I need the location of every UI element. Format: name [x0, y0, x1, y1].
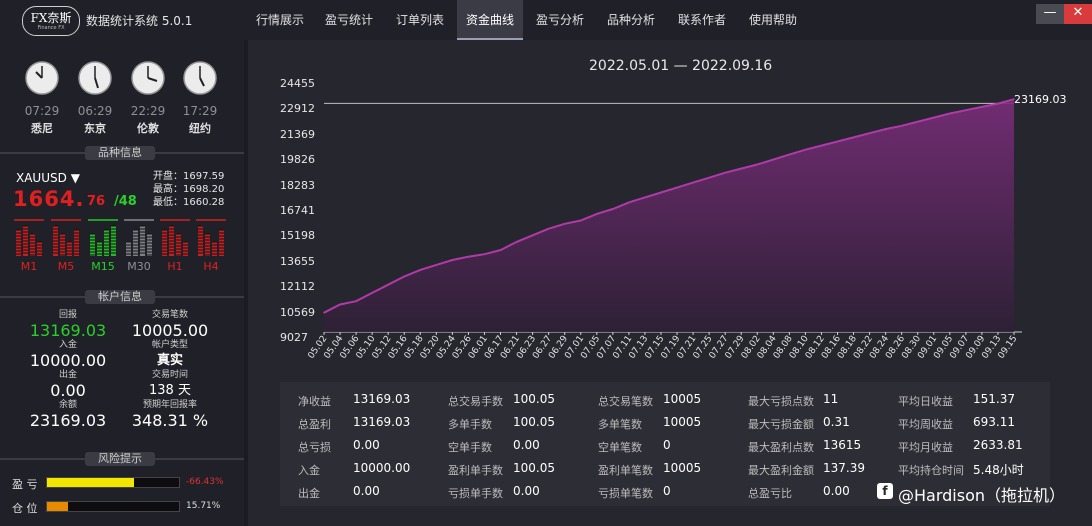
- stat-label: 平均周收益: [898, 418, 953, 431]
- data-point: [933, 116, 935, 119]
- stat-value: 100.05: [513, 415, 555, 429]
- stat-value: 0.00: [513, 484, 540, 498]
- stat-value: 693.11: [973, 415, 1015, 429]
- data-point: [949, 112, 951, 115]
- stat-label: 盈利单手数: [448, 464, 503, 477]
- data-point: [852, 136, 855, 139]
- data-point: [403, 275, 406, 278]
- stat-value: 10005: [663, 392, 702, 406]
- data-point: [451, 259, 454, 261]
- stat-label: 空单笔数: [598, 441, 642, 454]
- stat-label: 空单手数: [448, 441, 492, 454]
- data-point: [788, 153, 791, 156]
- stat-label: 平均日收益: [898, 395, 953, 408]
- data-point: [868, 132, 871, 134]
- data-point: [836, 140, 839, 143]
- data-point: [965, 109, 967, 111]
- stat-label: 最大亏损金额: [748, 418, 814, 431]
- data-point: [339, 303, 341, 306]
- stat-label: 总盈利: [298, 418, 331, 431]
- data-point: [997, 102, 999, 105]
- stat-label: 平均月收益: [898, 441, 953, 454]
- data-point: [900, 125, 903, 127]
- data-point: [612, 208, 614, 210]
- data-point: [419, 269, 422, 271]
- data-point: [772, 158, 775, 161]
- data-point: [804, 148, 807, 151]
- stat-label: 平均持仓时间: [898, 464, 964, 477]
- data-point: [596, 213, 598, 215]
- stat-value: 0.00: [353, 438, 380, 452]
- data-point: [579, 219, 582, 222]
- facebook-icon: f: [877, 483, 893, 499]
- stat-value: 13615: [823, 438, 862, 452]
- stat-value: 11: [823, 392, 839, 406]
- stat-value: 10000.00: [353, 461, 411, 475]
- stat-value: 13169.03: [353, 392, 411, 406]
- data-point: [387, 283, 390, 286]
- stat-label: 总交易笔数: [598, 395, 653, 408]
- data-point: [724, 171, 726, 174]
- data-point: [547, 227, 550, 230]
- data-point: [708, 176, 710, 179]
- data-point: [884, 128, 887, 130]
- stat-value: 2633.81: [973, 438, 1023, 452]
- stat-label: 总亏损: [298, 441, 331, 454]
- stat-value: 137.39: [823, 461, 865, 475]
- stat-label: 出金: [298, 487, 320, 500]
- chart-end-label: 23169.03: [1014, 93, 1067, 106]
- data-point: [563, 223, 566, 225]
- stat-label: 多单手数: [448, 418, 492, 431]
- stat-label: 总交易手数: [448, 395, 503, 408]
- stat-value: 100.05: [513, 392, 555, 406]
- stat-value: 13169.03: [353, 415, 411, 429]
- watermark: @Hardison（拖拉机）: [898, 486, 1066, 505]
- data-point: [435, 264, 438, 266]
- data-point: [628, 201, 630, 204]
- stat-value: 10005: [663, 415, 702, 429]
- data-point: [371, 292, 373, 294]
- stat-value: 5.48小时: [973, 463, 1024, 477]
- stat-label: 多单笔数: [598, 418, 642, 431]
- data-point: [692, 181, 694, 184]
- data-point: [660, 191, 662, 194]
- data-point: [355, 300, 357, 303]
- stat-label: 总盈亏比: [748, 487, 792, 500]
- data-point: [676, 186, 678, 189]
- stat-label: 亏损单笔数: [598, 487, 653, 500]
- data-point: [981, 106, 983, 108]
- stat-value: 151.37: [973, 392, 1015, 406]
- data-point: [483, 253, 486, 255]
- equity-area: [324, 99, 1014, 332]
- data-point: [499, 249, 502, 251]
- stat-label: 最大盈利点数: [748, 441, 814, 454]
- stat-value: 0: [663, 438, 671, 452]
- data-point: [916, 120, 919, 123]
- stat-value: 100.05: [513, 461, 555, 475]
- stat-label: 亏损单手数: [448, 487, 503, 500]
- stat-label: 盈利单笔数: [598, 464, 653, 477]
- data-point: [531, 234, 534, 237]
- stat-value: 0.00: [513, 438, 540, 452]
- stat-label: 最大亏损点数: [748, 395, 814, 408]
- data-point: [644, 196, 646, 199]
- stat-label: 最大盈利金额: [748, 464, 814, 477]
- stat-label: 入金: [298, 464, 320, 477]
- stat-value: 0: [663, 484, 671, 498]
- data-point: [820, 144, 823, 147]
- stat-value: 0.00: [353, 484, 380, 498]
- data-point: [467, 255, 470, 258]
- stat-value: 0.00: [823, 484, 850, 498]
- data-point: [323, 311, 325, 314]
- data-point: [756, 163, 759, 166]
- data-point: [740, 167, 742, 170]
- stat-label: 净收益: [298, 395, 331, 408]
- stat-value: 10005: [663, 461, 702, 475]
- stat-value: 0.31: [823, 415, 850, 429]
- data-point: [515, 241, 518, 243]
